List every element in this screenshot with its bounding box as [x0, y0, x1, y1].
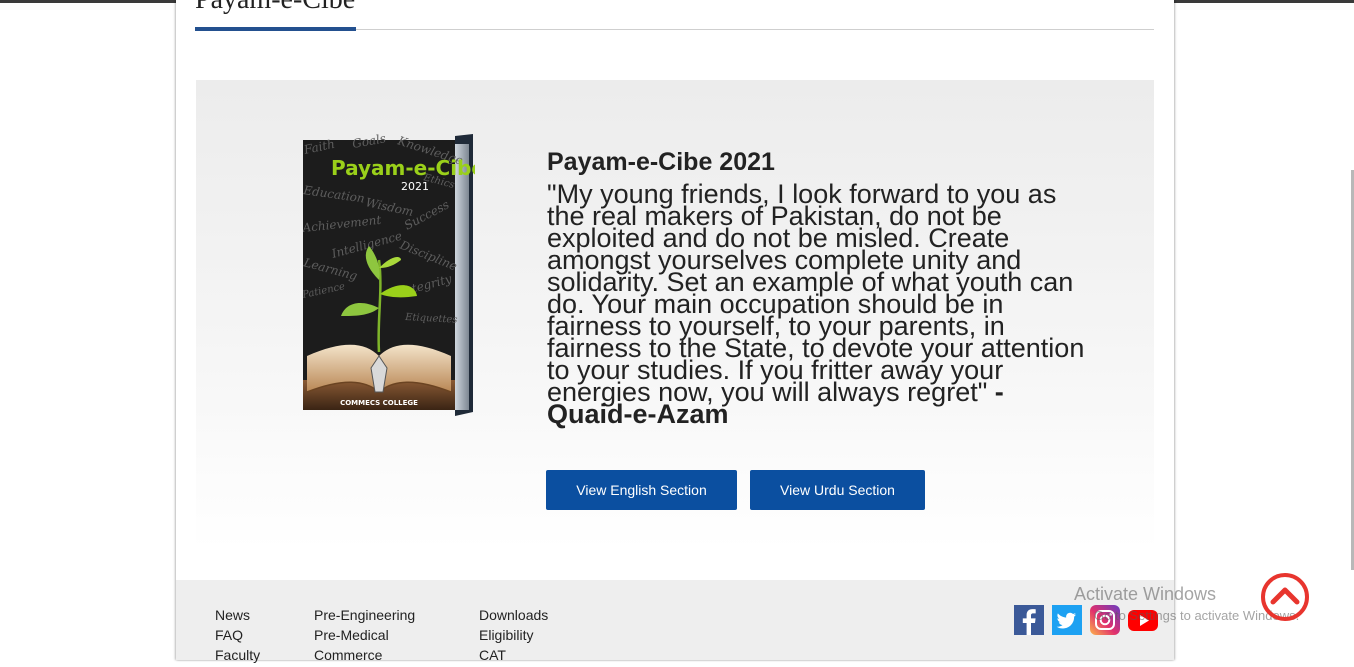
footer-links-column-2: Pre-Engineering Pre-Medical Commerce	[314, 607, 415, 667]
footer-link-pre-engineering[interactable]: Pre-Engineering	[314, 607, 415, 627]
footer-link-cat[interactable]: CAT	[479, 647, 548, 667]
footer-links-column-3: Downloads Eligibility CAT	[479, 607, 548, 667]
cover-publisher: COMMECS COLLEGE	[340, 399, 418, 407]
footer-link-commerce[interactable]: Commerce	[314, 647, 415, 667]
footer-link-pre-medical[interactable]: Pre-Medical	[314, 627, 415, 647]
scroll-to-top-button[interactable]	[1260, 572, 1310, 622]
footer-link-eligibility[interactable]: Eligibility	[479, 627, 548, 647]
view-english-section-button[interactable]: View English Section	[546, 470, 737, 510]
site-footer: News FAQ Faculty Pre-Engineering Pre-Med…	[176, 580, 1174, 663]
footer-link-faculty[interactable]: Faculty	[215, 647, 260, 667]
view-urdu-section-button[interactable]: View Urdu Section	[750, 470, 925, 510]
page-container: Payam-e-Cibe Faith Goals Knowled	[176, 0, 1174, 663]
footer-link-downloads[interactable]: Downloads	[479, 607, 548, 627]
footer-link-faq[interactable]: FAQ	[215, 627, 260, 647]
chevron-up-icon	[1261, 573, 1309, 621]
title-accent-bar	[195, 27, 356, 31]
footer-links-column-1: News FAQ Faculty	[215, 607, 260, 667]
footer-link-news[interactable]: News	[215, 607, 260, 627]
section-title: Payam-e-Cibe	[195, 0, 355, 16]
book-cover-image: Faith Goals Knowledge Ethics Education W…	[303, 131, 475, 416]
magazine-hero: Faith Goals Knowledge Ethics Education W…	[196, 80, 1154, 550]
hero-content: Payam-e-Cibe 2021 "My young friends, I l…	[547, 148, 1087, 428]
quote-text: "My young friends, I look forward to you…	[547, 179, 1085, 407]
facebook-icon[interactable]	[1014, 605, 1044, 635]
quaid-quote: "My young friends, I look forward to you…	[547, 181, 1087, 428]
magazine-heading: Payam-e-Cibe 2021	[547, 148, 775, 176]
cover-title: Payam-e-Cibe	[331, 156, 475, 180]
cover-year: 2021	[401, 180, 429, 193]
